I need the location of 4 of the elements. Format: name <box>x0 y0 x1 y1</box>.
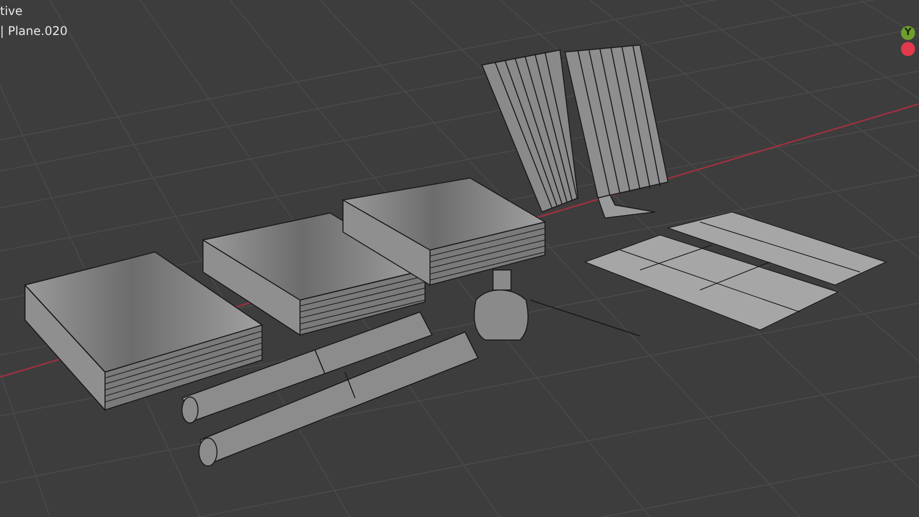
viewport-info-text: | Plane.020 <box>0 24 68 38</box>
viewport-info-text: tive <box>0 4 24 18</box>
axis-gizmo-handle[interactable]: Y <box>901 26 915 40</box>
axis-gizmo-handle[interactable] <box>901 42 915 56</box>
